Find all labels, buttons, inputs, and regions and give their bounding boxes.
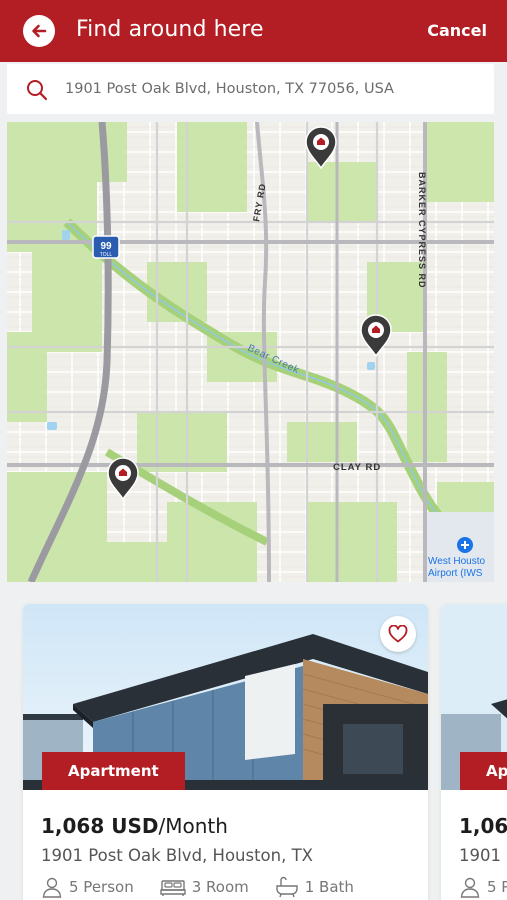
listing-address: 1901 Post Oak Blvd, Houston, TX: [41, 846, 313, 865]
home-pin[interactable]: [304, 126, 338, 170]
price-period: /Month: [158, 814, 228, 838]
listing-address: 1901 Post Oak Blvd, Houston, TX: [459, 846, 507, 865]
home-pin[interactable]: [106, 457, 140, 501]
highway-99-shield: 99 TOLL: [92, 235, 120, 259]
app-header: Find around here Cancel: [0, 0, 507, 62]
property-type-badge: Apartment: [460, 752, 507, 790]
bathtub-icon: [276, 876, 298, 898]
search-box: [7, 64, 494, 114]
highway-toll-label: TOLL: [100, 252, 113, 258]
listing-price: 1,068: [459, 814, 507, 838]
rooms-feature: 3 Room: [160, 877, 249, 897]
listing-features: 5 Person: [459, 876, 507, 898]
map-canvas: 99 TOLL FRY RD BARKER CYPRESS RD Bear Cr…: [7, 122, 494, 582]
airport-label-line2: Airport (IWS: [428, 568, 483, 579]
persons-feature: 5 Person: [459, 876, 507, 898]
search-bar: [0, 62, 507, 120]
highway-number: 99: [100, 241, 112, 252]
page-title: Find around here: [76, 17, 264, 42]
price-amount: 1,068: [459, 814, 507, 838]
person-icon: [460, 877, 480, 898]
map-view[interactable]: 99 TOLL FRY RD BARKER CYPRESS RD Bear Cr…: [7, 122, 494, 582]
map-pin-icon: [360, 314, 392, 358]
barker-cypress-label: BARKER CYPRESS RD: [417, 172, 427, 289]
listing-card[interactable]: Apartment 1,068 USD/Month 1901 Post Oak …: [23, 604, 428, 900]
airport-label-line1: West Housto: [428, 556, 485, 567]
price-amount: 1,068 USD: [41, 814, 159, 838]
property-type-badge: Apartment: [42, 752, 185, 790]
home-pin[interactable]: [359, 314, 393, 358]
map-pin-icon: [305, 126, 337, 170]
rooms-count: 3 Room: [191, 878, 249, 896]
persons-count: 5 Person: [487, 878, 507, 896]
person-icon: [42, 877, 62, 898]
listing-photo: Apartment: [441, 604, 507, 790]
search-icon: [27, 80, 48, 101]
persons-count: 5 Person: [69, 878, 134, 896]
persons-feature: 5 Person: [41, 876, 134, 898]
bed-icon: [160, 880, 186, 896]
baths-count: 1 Bath: [304, 878, 354, 896]
listing-carousel[interactable]: Apartment 1,068 USD/Month 1901 Post Oak …: [0, 582, 507, 900]
listing-price: 1,068 USD/Month: [41, 814, 228, 838]
search-input[interactable]: [65, 64, 485, 114]
back-button[interactable]: [23, 15, 55, 47]
arrow-left-icon: [32, 24, 47, 38]
cancel-button[interactable]: Cancel: [427, 21, 487, 40]
map-pin-icon: [107, 457, 139, 501]
listing-features: 5 Person 3 Room 1 Bath: [41, 876, 380, 898]
listing-card[interactable]: Apartment 1,068 1901 Post Oak Blvd, Hous…: [441, 604, 507, 900]
favorite-button[interactable]: [380, 616, 416, 652]
clay-rd-label: CLAY RD: [333, 462, 381, 473]
listing-photo: Apartment: [23, 604, 428, 790]
heart-icon: [388, 625, 408, 643]
baths-feature: 1 Bath: [275, 876, 354, 898]
